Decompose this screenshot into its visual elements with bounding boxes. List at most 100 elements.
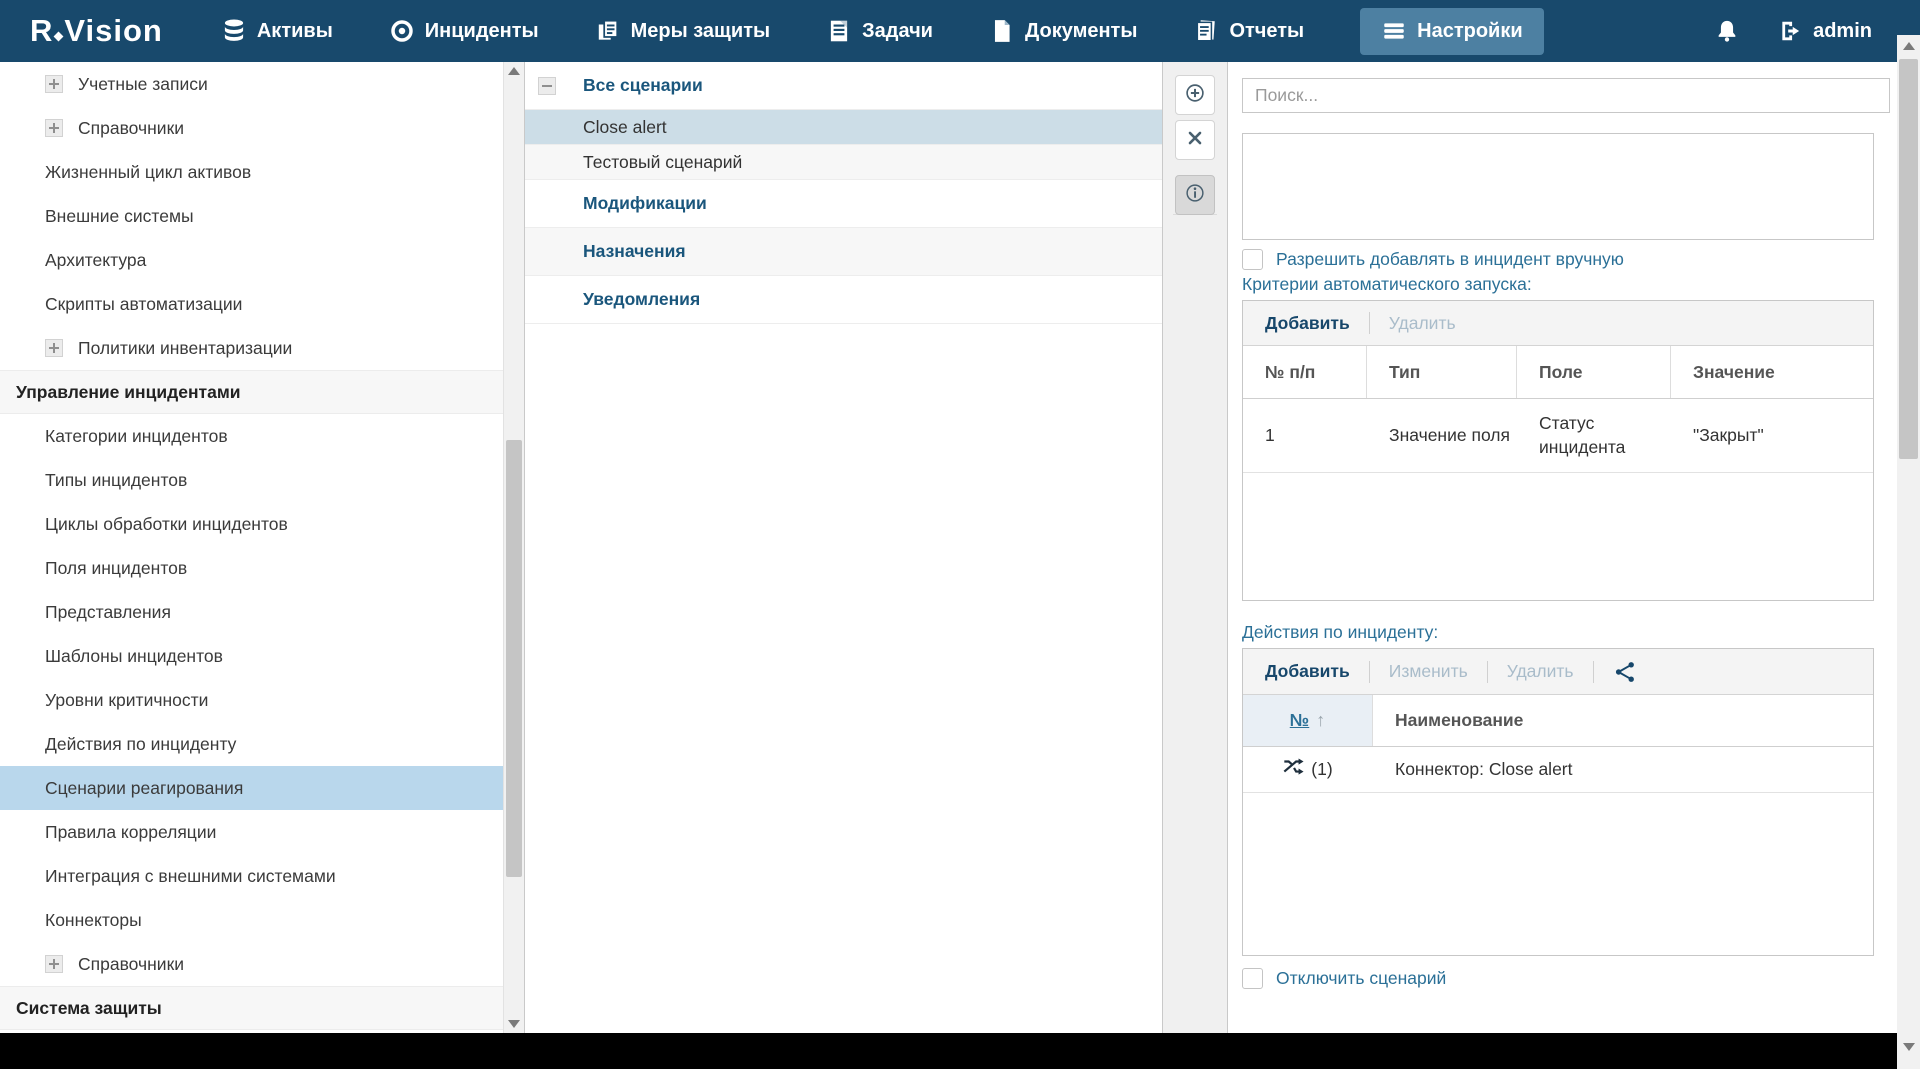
scenario-tree-panel: Все сценарии Close alertТестовый сценарий… [524, 62, 1163, 1033]
plus-expander-icon[interactable] [45, 339, 63, 357]
checkbox-icon[interactable] [1242, 968, 1263, 989]
sidebar-item-label: Уровни критичности [45, 690, 208, 711]
tree-item-label: Все сценарии [583, 75, 703, 96]
tree-item[interactable]: Тестовый сценарий [525, 145, 1162, 180]
sidebar-item[interactable]: Жизненный цикл активов [0, 150, 503, 194]
sidebar-item-label: Управление инцидентами [16, 382, 241, 403]
tree-item-label: Назначения [583, 241, 686, 262]
nav-item-incidents[interactable]: Инциденты [389, 0, 539, 62]
sidebar-item-label: Внешние системы [45, 206, 194, 227]
sidebar-item[interactable]: Политики инвентаризации [0, 326, 503, 370]
edit-button[interactable]: Изменить [1389, 661, 1468, 682]
main-menu: Активы Инциденты Меры защиты Задачи Документ… [221, 0, 1544, 62]
rvision-logo[interactable]: R Vision [30, 13, 163, 49]
actions-num-column-header[interactable]: № ↑ [1243, 695, 1373, 746]
criteria-table-header: № п/пТипПолеЗначение [1243, 346, 1873, 399]
criteria-column-header[interactable]: № п/п [1243, 346, 1367, 398]
nav-item-label: Настройки [1417, 20, 1523, 43]
checkbox-icon[interactable] [1242, 249, 1263, 270]
plus-expander-icon[interactable] [45, 955, 63, 973]
criteria-cell: Статус инцидента [1517, 399, 1671, 472]
main-scroll-thumb[interactable] [1899, 59, 1918, 459]
sidebar-item[interactable]: Шаблоны инцидентов [0, 634, 503, 678]
minus-expander-icon[interactable] [538, 77, 556, 95]
delete-button[interactable]: Удалить [1507, 661, 1574, 682]
tree-item[interactable]: Модификации [525, 180, 1162, 228]
disable-scenario-checkbox[interactable]: Отключить сценарий [1242, 968, 1446, 989]
sidebar-item[interactable]: Уровни критичности [0, 678, 503, 722]
criteria-column-header[interactable]: Значение [1671, 346, 1873, 398]
sidebar-item[interactable]: Правила корреляции [0, 810, 503, 854]
sidebar-item[interactable]: Интеграция с внешними системами [0, 854, 503, 898]
nav-item-reports[interactable]: Отчеты [1193, 0, 1304, 62]
sidebar-scroll-up-icon[interactable] [504, 62, 524, 80]
nav-item-documents[interactable]: Документы [989, 0, 1137, 62]
shield-docs-icon [595, 18, 621, 44]
checklist-icon [826, 18, 852, 44]
sidebar-item[interactable]: Архитектура [0, 238, 503, 282]
sidebar-item[interactable]: Действия по инциденту [0, 722, 503, 766]
notifications-bell-icon[interactable] [1714, 18, 1740, 44]
allow-manual-add-checkbox[interactable]: Разрешить добавлять в инцидент вручную [1242, 249, 1624, 270]
criteria-section-label: Критерии автоматического запуска: [1242, 274, 1532, 295]
sidebar-item[interactable]: Коннекторы [0, 898, 503, 942]
tree-item[interactable]: Все сценарии [525, 62, 1162, 110]
scenario-description-field[interactable] [1242, 133, 1874, 240]
sidebar-item[interactable]: Циклы обработки инцидентов [0, 502, 503, 546]
add-button[interactable] [1175, 75, 1215, 115]
shuffle-icon [1283, 756, 1304, 784]
add-button[interactable]: Добавить [1265, 661, 1350, 682]
sidebar-item-label: Справочники [78, 118, 184, 139]
action-name-cell: Коннектор: Close alert [1373, 747, 1873, 792]
action-row[interactable]: (1)Коннектор: Close alert [1243, 747, 1873, 793]
sidebar-item[interactable]: Внешние системы [0, 194, 503, 238]
settings-sidebar: Учетные записи Справочники Жизненный цикл … [0, 62, 503, 1033]
tree-item[interactable]: Уведомления [525, 276, 1162, 324]
sidebar-item-label: Учетные записи [78, 74, 208, 95]
menu-icon [1381, 18, 1407, 44]
scenario-toolbar [1163, 62, 1228, 1033]
remove-button[interactable] [1175, 120, 1215, 160]
sidebar-scrollbar[interactable] [503, 62, 524, 1033]
delete-button[interactable]: Удалить [1389, 313, 1456, 334]
plus-expander-icon[interactable] [45, 75, 63, 93]
sidebar-item[interactable]: Управление инцидентами [0, 370, 503, 414]
sidebar-item-label: Представления [45, 602, 171, 623]
criteria-column-header[interactable]: Тип [1367, 346, 1517, 398]
tree-item[interactable]: Назначения [525, 228, 1162, 276]
sidebar-item[interactable]: Типы инцидентов [0, 458, 503, 502]
criteria-column-header[interactable]: Поле [1517, 346, 1671, 398]
nav-item-tasks[interactable]: Задачи [826, 0, 933, 62]
search-input[interactable] [1242, 78, 1890, 113]
sidebar-item-label: Интеграция с внешними системами [45, 866, 336, 887]
sidebar-item[interactable]: Категории инцидентов [0, 414, 503, 458]
share-button[interactable] [1613, 660, 1637, 684]
add-button[interactable]: Добавить [1265, 313, 1350, 334]
main-scroll-up-icon[interactable] [1897, 37, 1920, 55]
logout-user-button[interactable]: admin [1778, 18, 1872, 44]
nav-item-protection-measures[interactable]: Меры защиты [595, 0, 770, 62]
main-scroll-down-icon[interactable] [1897, 1038, 1920, 1056]
nav-item-assets[interactable]: Активы [221, 0, 333, 62]
nav-item-settings[interactable]: Настройки [1360, 8, 1544, 55]
info-button[interactable] [1175, 175, 1215, 215]
sidebar-scroll-down-icon[interactable] [504, 1015, 524, 1033]
sidebar-item[interactable]: Учетные записи [0, 62, 503, 106]
sidebar-item[interactable]: Система защиты [0, 986, 503, 1030]
actions-name-column-header[interactable]: Наименование [1373, 695, 1873, 746]
sidebar-item[interactable]: Справочники [0, 942, 503, 986]
sidebar-item[interactable]: Скрипты автоматизации [0, 282, 503, 326]
sort-ascending-icon: ↑ [1316, 710, 1325, 731]
main-scrollbar[interactable] [1897, 35, 1920, 1069]
sidebar-item[interactable]: Поля инцидентов [0, 546, 503, 590]
criteria-table-body: 1Значение поляСтатус инцидента"Закрыт" [1243, 399, 1873, 473]
tree-item[interactable]: Close alert [525, 110, 1162, 145]
sidebar-item[interactable]: Справочники [0, 106, 503, 150]
sidebar-item[interactable]: Сценарии реагирования [0, 766, 503, 810]
sidebar-scroll-thumb[interactable] [506, 440, 522, 877]
plus-expander-icon[interactable] [45, 119, 63, 137]
scenario-details-panel: Разрешить добавлять в инцидент вручную К… [1228, 62, 1897, 1033]
sidebar-item[interactable]: Представления [0, 590, 503, 634]
share-icon [1613, 660, 1637, 684]
criteria-row[interactable]: 1Значение поляСтатус инцидента"Закрыт" [1243, 399, 1873, 473]
